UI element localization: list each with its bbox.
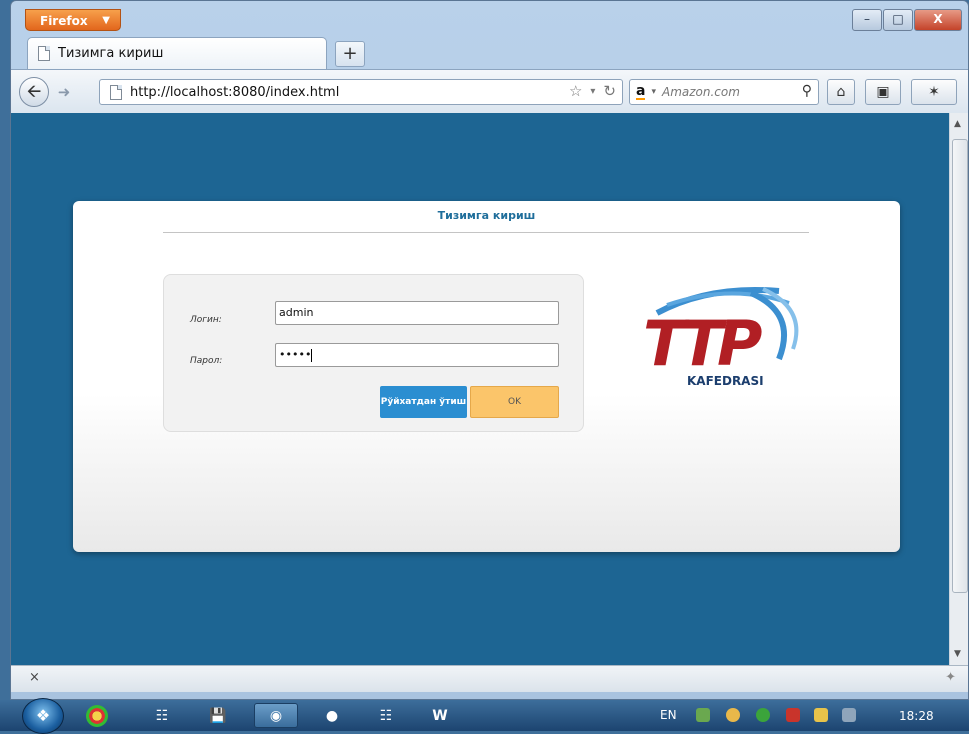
page-icon (110, 84, 122, 100)
amazon-icon[interactable]: a (636, 84, 646, 100)
navigation-toolbar: 🡨 ➜ http://localhost:8080/index.html ☆ ▾… (11, 69, 968, 114)
search-bar[interactable]: a ▾ Amazon.com ⚲ (629, 79, 819, 105)
addon-bar-icon[interactable]: ✦ (945, 670, 956, 685)
vertical-scrollbar[interactable]: ▲ ▼ (949, 113, 968, 665)
firefox-taskbar-icon[interactable]: ◉ (254, 703, 298, 728)
reload-icon[interactable]: ↻ (603, 82, 616, 102)
page-title: Тизимга кириш (437, 209, 536, 222)
maximize-button[interactable]: □ (883, 9, 913, 31)
volume-icon[interactable] (842, 708, 856, 722)
url-actions: ☆ ▾ ↻ (569, 82, 616, 102)
app-taskbar-icon[interactable]: ☷ (366, 703, 406, 728)
password-label: Парол: (190, 356, 223, 366)
back-forward-group: 🡨 ➜ (19, 77, 91, 107)
firefox-menu-button[interactable]: Firefox ▼ (25, 9, 121, 31)
browser-window: Firefox ▼ – □ X Тизимга кириш + 🡨 ➜ http… (10, 0, 969, 700)
tray-app-icon[interactable] (726, 708, 740, 722)
register-button[interactable]: Рўйхатдан ўтиш (380, 386, 467, 418)
minimize-button[interactable]: – (852, 9, 882, 31)
search-input[interactable]: Amazon.com (662, 85, 740, 99)
status-bar: × ✦ (11, 665, 968, 692)
start-button[interactable]: ❖ (22, 698, 64, 734)
dropdown-arrow-icon[interactable]: ▾ (590, 82, 595, 102)
tray-app-icon[interactable] (814, 708, 828, 722)
tray-app-icon[interactable] (786, 708, 800, 722)
page-icon (38, 46, 50, 61)
new-tab-button[interactable]: + (335, 41, 365, 67)
logo-text: KAFEDRASI (687, 374, 764, 388)
language-indicator[interactable]: EN (660, 708, 677, 722)
svg-text:TTP: TTP (643, 307, 762, 380)
taskbar: ❖ ☷ 💾 ◉ ● ☷ W EN 18:28 (0, 698, 969, 734)
save-taskbar-icon[interactable]: 💾 (198, 703, 238, 728)
title-bar: Firefox ▼ – □ X (11, 1, 968, 37)
check-icon[interactable] (756, 708, 770, 722)
window-controls: – □ X (852, 9, 962, 31)
login-field[interactable]: admin (275, 301, 559, 325)
login-form: Логин: admin Парол: ••••• Рўйхатдан ўтиш… (163, 274, 584, 432)
home-button[interactable]: ⌂ (827, 79, 855, 105)
password-value: ••••• (279, 348, 312, 361)
tab-title: Тизимга кириш (58, 46, 164, 61)
scroll-thumb[interactable] (952, 139, 968, 593)
chrome-taskbar-icon[interactable] (86, 705, 108, 727)
dropdown-arrow-icon[interactable]: ▾ (651, 87, 656, 97)
url-text: http://localhost:8080/index.html (130, 84, 340, 100)
chevron-down-icon: ▼ (102, 15, 110, 26)
page-content: Тизимга кириш Логин: admin Парол: ••••• … (11, 113, 949, 665)
login-card: Тизимга кириш Логин: admin Парол: ••••• … (73, 201, 900, 552)
app-taskbar-icon[interactable]: ☷ (142, 703, 182, 728)
ttp-kafedrasi-logo: TTP KAFEDRASI (643, 286, 799, 388)
close-icon[interactable]: × (29, 670, 40, 685)
back-button[interactable]: 🡨 (19, 77, 49, 107)
app-taskbar-icon[interactable]: ● (312, 703, 352, 728)
login-label: Логин: (190, 315, 222, 325)
close-window-button[interactable]: X (914, 9, 962, 31)
tab-active[interactable]: Тизимга кириш (27, 37, 327, 69)
word-taskbar-icon[interactable]: W (420, 703, 460, 728)
ok-button[interactable]: OK (470, 386, 559, 418)
bookmark-star-icon[interactable]: ☆ (569, 82, 582, 102)
url-bar[interactable]: http://localhost:8080/index.html ☆ ▾ ↻ (99, 79, 623, 105)
text-caret (311, 348, 313, 362)
forward-button[interactable]: ➜ (49, 80, 79, 104)
bookmarks-button[interactable]: ▣ (865, 79, 901, 105)
network-icon[interactable] (696, 708, 710, 722)
firefox-menu-label: Firefox (40, 14, 88, 28)
addon-button[interactable]: ✶ (911, 79, 957, 105)
scroll-up-icon[interactable]: ▲ (954, 119, 961, 129)
divider (163, 232, 809, 233)
clock[interactable]: 18:28 (899, 709, 934, 723)
password-field[interactable]: ••••• (275, 343, 559, 367)
scroll-down-icon[interactable]: ▼ (954, 649, 961, 659)
search-icon[interactable]: ⚲ (802, 83, 812, 99)
